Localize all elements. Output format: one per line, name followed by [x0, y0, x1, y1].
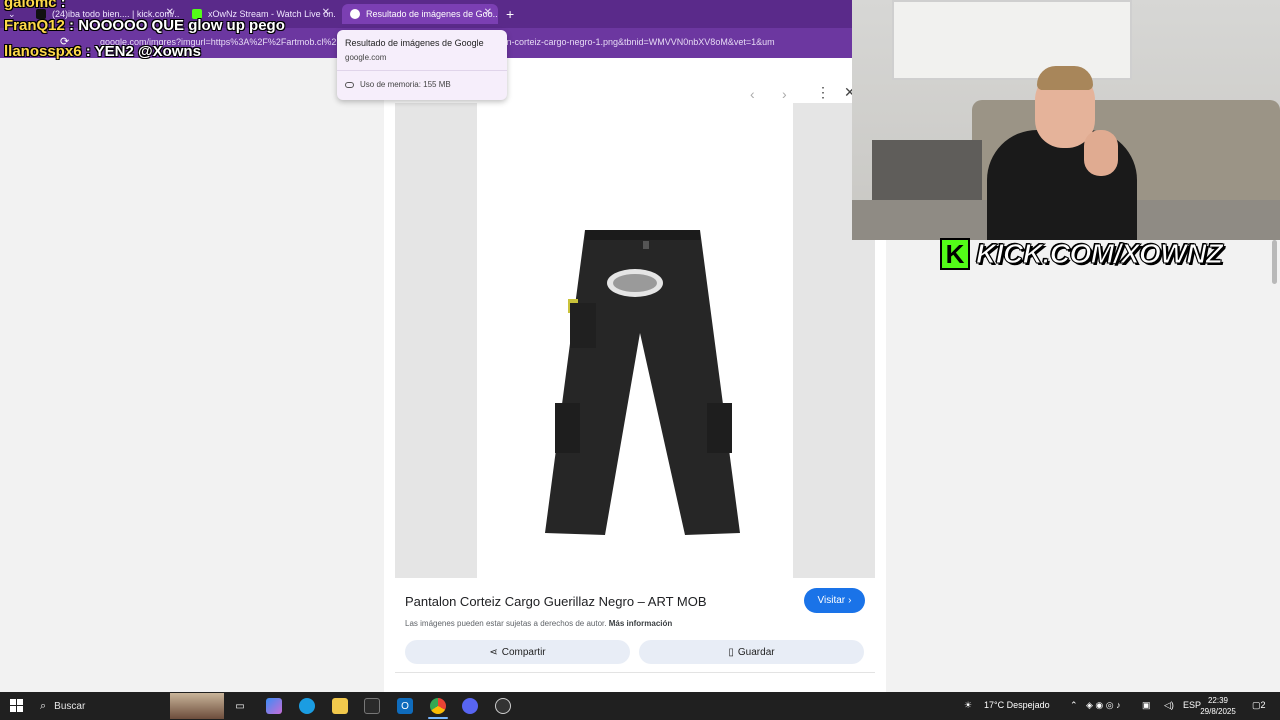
bookmark-icon: ▯ — [728, 646, 734, 658]
close-icon[interactable]: ✕ — [484, 7, 492, 18]
discord-icon[interactable] — [462, 698, 478, 714]
windows-start-icon[interactable] — [10, 699, 23, 712]
copilot-icon[interactable] — [266, 698, 282, 714]
divider — [337, 70, 507, 71]
product-title[interactable]: Pantalon Corteiz Cargo Guerillaz Negro –… — [405, 594, 707, 609]
webcam-feed — [852, 0, 1280, 240]
chat-user: llanosspx6 — [4, 43, 82, 60]
taskbar: ⌕ Buscar ▭ O ☀ 17°C Despejado ⌃ ◈ ◉ ◎ ♪ … — [0, 692, 1280, 720]
streamer-hand — [1084, 130, 1118, 176]
divider — [395, 672, 875, 673]
memory-usage: Uso de memoria: 155 MB — [345, 80, 451, 89]
chat-message: galomc : — [4, 0, 66, 11]
weather-icon[interactable]: ☀ — [964, 700, 972, 711]
file-explorer-icon[interactable] — [332, 698, 348, 714]
more-info-link[interactable]: Más información — [609, 619, 673, 628]
chat-separator: : — [81, 43, 95, 60]
cargo-pants-image — [545, 230, 740, 535]
chevron-right-icon: › — [848, 595, 852, 606]
store-icon[interactable] — [364, 698, 380, 714]
chevron-up-icon[interactable]: ⌃ — [1070, 700, 1078, 711]
more-options-icon[interactable]: ⋮ — [816, 84, 830, 101]
network-icon[interactable]: ▣ — [1142, 700, 1151, 711]
notification-icon[interactable]: ▢2 — [1252, 700, 1266, 711]
tray-apps-icon[interactable]: ◈ ◉ ◎ ♪ — [1086, 700, 1121, 711]
tab-hover-card: Resultado de imágenes de Google google.c… — [337, 30, 507, 100]
chat-separator: : — [56, 0, 66, 11]
kick-logo-icon: K — [940, 238, 970, 270]
product-image[interactable] — [395, 103, 875, 578]
previous-icon[interactable]: ‹ — [750, 86, 755, 102]
kick-banner-text: KICK.COM/XOWNZ — [976, 238, 1224, 270]
clock[interactable]: 22:39 29/8/2025 — [1196, 695, 1240, 717]
streamer-hair — [1037, 66, 1093, 90]
visit-button[interactable]: Visitar › — [804, 588, 865, 613]
obs-icon[interactable] — [495, 698, 511, 714]
edge-icon[interactable] — [299, 698, 315, 714]
scrollbar[interactable] — [1272, 240, 1277, 284]
visit-label: Visitar — [817, 595, 846, 606]
share-icon: ⋖ — [489, 646, 498, 658]
kick-banner: K KICK.COM/XOWNZ — [940, 236, 1260, 272]
chat-text: YEN2 @Xowns — [94, 43, 201, 60]
tab-label: Resultado de imágenes de Goo... — [366, 9, 498, 19]
new-tab-button[interactable]: + — [506, 6, 514, 22]
chat-message: llanosspx6 : YEN2 @Xowns — [4, 43, 201, 60]
task-view-icon[interactable]: ▭ — [232, 698, 248, 714]
search-label: Buscar — [54, 700, 86, 712]
chrome-icon[interactable] — [430, 698, 446, 714]
active-app-indicator — [428, 717, 448, 719]
share-label: Compartir — [501, 646, 546, 658]
chat-message: FranQ12 : NOOOOO QUE glow up pego — [4, 17, 285, 34]
tab-google-images[interactable]: Resultado de imágenes de Goo... ✕ — [342, 4, 498, 24]
search-highlight-image[interactable] — [170, 693, 224, 719]
copyright-text: Las imágenes pueden estar sujetas a dere… — [405, 619, 607, 628]
chat-text: NOOOOO QUE glow up pego — [78, 17, 285, 34]
save-label: Guardar — [737, 646, 775, 658]
weather-text[interactable]: 17°C Despejado — [984, 700, 1050, 710]
image-preview-panel: ‹ › ⋮ ✕ Pantalon Corteiz Cargo Guerillaz… — [384, 58, 886, 698]
chat-separator: : — [64, 17, 79, 34]
volume-icon[interactable]: ◁) — [1164, 700, 1174, 711]
memory-icon — [345, 81, 354, 88]
memory-text: Uso de memoria: 155 MB — [360, 80, 451, 89]
hover-card-domain: google.com — [345, 53, 387, 62]
share-button[interactable]: ⋖ Compartir — [405, 640, 630, 664]
next-icon[interactable]: › — [782, 86, 787, 102]
google-icon — [350, 9, 360, 19]
search-icon: ⌕ — [40, 699, 47, 712]
save-button[interactable]: ▯ Guardar — [639, 640, 864, 664]
copyright-notice: Las imágenes pueden estar sujetas a dere… — [405, 619, 672, 628]
clock-date: 29/8/2025 — [1200, 707, 1236, 716]
hover-card-title: Resultado de imágenes de Google — [345, 38, 484, 48]
webcam-whiteboard — [892, 0, 1132, 80]
notification-count: 2 — [1260, 700, 1266, 710]
clock-time: 22:39 — [1207, 696, 1229, 705]
chat-user: FranQ12 — [4, 17, 65, 34]
close-icon[interactable]: ✕ — [322, 7, 330, 18]
chat-user: galomc — [4, 0, 57, 11]
outlook-icon[interactable]: O — [397, 698, 413, 714]
